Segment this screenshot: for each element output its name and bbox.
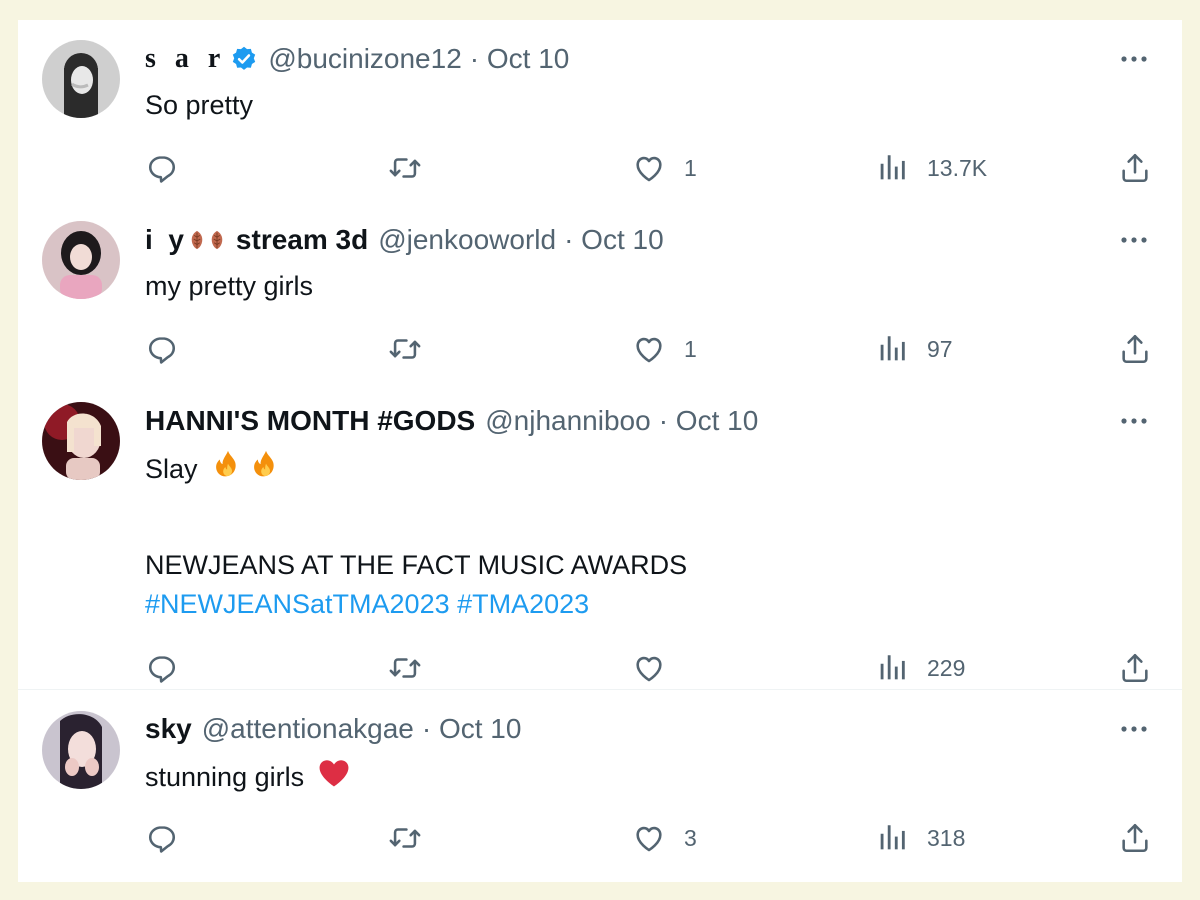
verified-badge-icon [230,45,258,73]
repost-arrows-icon [388,651,422,685]
share-upload-icon [1118,651,1152,685]
share-button[interactable] [1118,148,1152,188]
view-count: 97 [927,335,953,362]
view-count: 229 [927,654,966,681]
tweet-actions: 1 13.7K [18,148,1182,188]
share-button[interactable] [1118,329,1152,369]
repost-arrows-icon [388,821,422,855]
views-button[interactable]: 318 [875,818,965,858]
red-heart-emoji [316,756,352,790]
tweet-item[interactable]: HANNI'S MONTH #GODS @njhanniboo · Oct 10… [18,382,1182,688]
tweet-date[interactable]: · Oct 10 [564,223,664,257]
like-button[interactable]: 3 [632,818,697,858]
heart-outline-icon [632,821,666,855]
reply-button[interactable] [145,648,179,688]
speech-bubble-icon [145,651,179,685]
reply-button[interactable] [145,148,179,188]
like-count: 1 [684,154,697,181]
like-count: 3 [684,824,697,851]
tweet-header: i y stream 3d @jenkooworld · Oct 10 [145,223,664,257]
user-handle[interactable]: @bucinizone12 [268,42,461,76]
tweet-text-line: NEWJEANS AT THE FACT MUSIC AWARDS [145,550,688,580]
more-dots-icon[interactable] [1118,233,1150,247]
repost-button[interactable] [388,648,422,688]
tweet-text: Slay [145,448,285,488]
display-name[interactable]: HANNI'S MONTH #GODS [145,404,475,438]
tweet-header: HANNI'S MONTH #GODS @njhanniboo · Oct 10 [145,404,758,438]
tweet-date[interactable]: · Oct 10 [659,404,759,438]
views-button[interactable]: 229 [875,648,965,688]
user-handle[interactable]: @attentionakgae [202,712,414,746]
repost-button[interactable] [388,148,422,188]
user-handle[interactable]: @jenkooworld [378,223,556,257]
like-button[interactable]: 1 [632,329,697,369]
user-handle[interactable]: @njhanniboo [485,404,650,438]
tweet-date[interactable]: · Oct 10 [470,42,570,76]
avatar[interactable] [42,402,120,480]
fire-emoji [211,448,245,482]
views-button[interactable]: 97 [875,329,953,369]
tweet-text-main: stunning girls [145,762,305,792]
repost-button[interactable] [388,329,422,369]
fire-emoji [249,448,283,482]
repost-button[interactable] [388,818,422,858]
tweet-text: stunning girls [145,756,354,796]
heart-outline-icon [632,151,666,185]
display-name[interactable]: i y [145,223,184,257]
tweet-actions: 3 318 [18,818,1182,858]
tweet-item[interactable]: i y stream 3d @jenkooworld · Oct 10 my p… [18,201,1182,383]
share-upload-icon [1118,821,1152,855]
tweet-header: sky @attentionakgae · Oct 10 [145,712,521,746]
like-button[interactable] [632,648,666,688]
bar-chart-icon [875,651,909,685]
more-dots-icon[interactable] [1118,414,1150,428]
tweet-item[interactable]: sky @attentionakgae · Oct 10 stunning gi… [18,689,1182,883]
share-upload-icon [1118,151,1152,185]
reply-button[interactable] [145,818,179,858]
tweet-text: So pretty [145,90,254,120]
leaf-emoji [186,226,208,254]
view-count: 318 [927,824,966,851]
tweet-header: s a r @bucinizone12 · Oct 10 [145,42,569,76]
repost-arrows-icon [388,332,422,366]
display-name[interactable]: s a r [145,42,226,76]
share-button[interactable] [1118,648,1152,688]
display-name[interactable]: sky [145,712,192,746]
like-count: 1 [684,335,697,362]
share-upload-icon [1118,332,1152,366]
reply-button[interactable] [145,329,179,369]
hashtag-links[interactable]: #NEWJEANSatTMA2023 #TMA2023 [145,585,589,623]
tweet-actions: 1 97 [18,329,1182,369]
like-button[interactable]: 1 [632,148,697,188]
tweet-date[interactable]: · Oct 10 [422,712,522,746]
tweet-actions: 229 [18,648,1182,688]
tweet-text: my pretty girls [145,271,314,301]
avatar[interactable] [42,40,120,118]
leaf-emoji [206,226,228,254]
tweet-text-main: Slay [145,454,198,484]
display-name-suffix[interactable]: stream 3d [236,223,368,257]
bar-chart-icon [875,332,909,366]
bar-chart-icon [875,151,909,185]
tweet-item[interactable]: s a r @bucinizone12 · Oct 10 So pretty 1… [18,20,1182,202]
speech-bubble-icon [145,821,179,855]
bar-chart-icon [875,821,909,855]
replies-panel: s a r @bucinizone12 · Oct 10 So pretty 1… [18,20,1182,882]
more-dots-icon[interactable] [1118,52,1150,66]
repost-arrows-icon [388,151,422,185]
speech-bubble-icon [145,151,179,185]
avatar[interactable] [42,221,120,299]
share-button[interactable] [1118,818,1152,858]
heart-outline-icon [632,332,666,366]
speech-bubble-icon [145,332,179,366]
views-button[interactable]: 13.7K [875,148,987,188]
heart-outline-icon [632,651,666,685]
view-count: 13.7K [927,154,988,181]
avatar[interactable] [42,711,120,789]
more-dots-icon[interactable] [1118,722,1150,736]
